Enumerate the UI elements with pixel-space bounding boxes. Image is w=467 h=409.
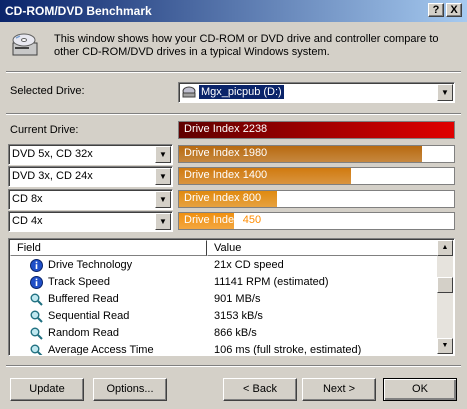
ok-button[interactable]: OK: [383, 378, 457, 401]
selected-drive-label: Selected Drive:: [10, 85, 85, 97]
list-item[interactable]: Sequential Read 3153 kB/s: [10, 308, 436, 325]
chevron-down-icon[interactable]: ▼: [155, 168, 171, 185]
comparison-drive-value: CD 8x: [12, 193, 43, 205]
vertical-scrollbar[interactable]: ▲ ▼: [437, 240, 453, 354]
comparison-drive-bar: Drive Index 1980: [178, 145, 455, 163]
comparison-drive-value: DVD 5x, CD 32x: [12, 148, 93, 160]
separator: [6, 365, 461, 367]
separator: [6, 113, 461, 115]
title-bar: CD-ROM/DVD Benchmark: [0, 0, 467, 22]
list-item-value: 866 kB/s: [214, 327, 257, 339]
list-item[interactable]: Drive Technology 21x CD speed: [10, 257, 436, 274]
list-item-value: 21x CD speed: [214, 259, 284, 271]
scroll-up-icon[interactable]: ▲: [437, 240, 453, 256]
column-header-field[interactable]: Field: [10, 240, 207, 256]
comparison-drive-combo[interactable]: CD 4x ▼: [8, 211, 173, 232]
selected-drive-value: Mgx_picpub (D:): [198, 84, 285, 100]
current-drive-bar: Drive Index 2238: [178, 121, 455, 139]
magnifier-icon: [30, 344, 43, 355]
comparison-drive-bar-text: Drive Index 1980: [184, 147, 268, 159]
intro-text: This window shows how your CD-ROM or DVD…: [54, 33, 439, 58]
list-item-field: Sequential Read: [48, 310, 130, 322]
separator: [6, 71, 461, 73]
comparison-drive-combo[interactable]: DVD 3x, CD 24x ▼: [8, 166, 173, 187]
list-item[interactable]: Track Speed 11141 RPM (estimated): [10, 274, 436, 291]
close-button[interactable]: X: [446, 3, 462, 17]
list-item-value: 3153 kB/s: [214, 310, 263, 322]
comparison-drive-bar: Drive Index 800: [178, 190, 455, 208]
list-item-value: 11141 RPM (estimated): [214, 276, 329, 288]
magnifier-icon: [30, 327, 43, 340]
update-button[interactable]: Update: [10, 378, 84, 401]
list-item[interactable]: Random Read 866 kB/s: [10, 325, 436, 342]
cdrom-drive-icon: [12, 33, 38, 56]
chevron-down-icon[interactable]: ▼: [155, 213, 171, 230]
results-list[interactable]: Field Value Drive Technology 21x CD speed…: [8, 238, 455, 356]
drive-icon: [182, 86, 196, 98]
chevron-down-icon[interactable]: ▼: [155, 191, 171, 208]
scroll-down-icon[interactable]: ▼: [437, 338, 453, 354]
list-item-field: Drive Technology: [48, 259, 133, 271]
comparison-drive-bar-text: Drive Index 1400: [184, 169, 268, 181]
options-button[interactable]: Options...: [93, 378, 167, 401]
scroll-thumb[interactable]: [437, 277, 453, 293]
list-item-field: Track Speed: [48, 276, 110, 288]
comparison-drive-combo[interactable]: DVD 5x, CD 32x ▼: [8, 144, 173, 165]
selected-drive-combo[interactable]: Mgx_picpub (D:) ▼: [178, 82, 455, 103]
list-item-field: Average Access Time: [48, 344, 154, 356]
list-item[interactable]: Buffered Read 901 MB/s: [10, 291, 436, 308]
current-drive-label: Current Drive:: [10, 124, 79, 136]
info-icon: [30, 276, 43, 289]
window-title: CD-ROM/DVD Benchmark: [5, 4, 152, 18]
magnifier-icon: [30, 310, 43, 323]
chevron-down-icon[interactable]: ▼: [155, 146, 171, 163]
list-item-field: Random Read: [48, 327, 119, 339]
chevron-down-icon[interactable]: ▼: [437, 84, 453, 101]
comparison-drive-bar: Drive Index 450: [178, 212, 455, 230]
current-drive-bar-text: Drive Index 2238: [184, 123, 268, 135]
back-button[interactable]: < Back: [223, 378, 297, 401]
magnifier-icon: [30, 293, 43, 306]
comparison-drive-bar-text: Drive Index 800: [184, 192, 262, 204]
list-item-value: 106 ms (full stroke, estimated): [214, 344, 362, 356]
comparison-drive-bar-text: Drive Index 450: [184, 214, 262, 226]
list-item[interactable]: Average Access Time 106 ms (full stroke, …: [10, 342, 436, 356]
list-item-value: 901 MB/s: [214, 293, 261, 305]
column-header-value[interactable]: Value: [207, 240, 439, 256]
help-button[interactable]: ?: [428, 3, 444, 17]
list-item-field: Buffered Read: [48, 293, 119, 305]
next-button[interactable]: Next >: [302, 378, 376, 401]
comparison-drive-bar: Drive Index 1400: [178, 167, 455, 185]
comparison-drive-combo[interactable]: CD 8x ▼: [8, 189, 173, 210]
info-icon: [30, 259, 43, 272]
comparison-drive-value: DVD 3x, CD 24x: [12, 170, 93, 182]
comparison-drive-value: CD 4x: [12, 215, 43, 227]
